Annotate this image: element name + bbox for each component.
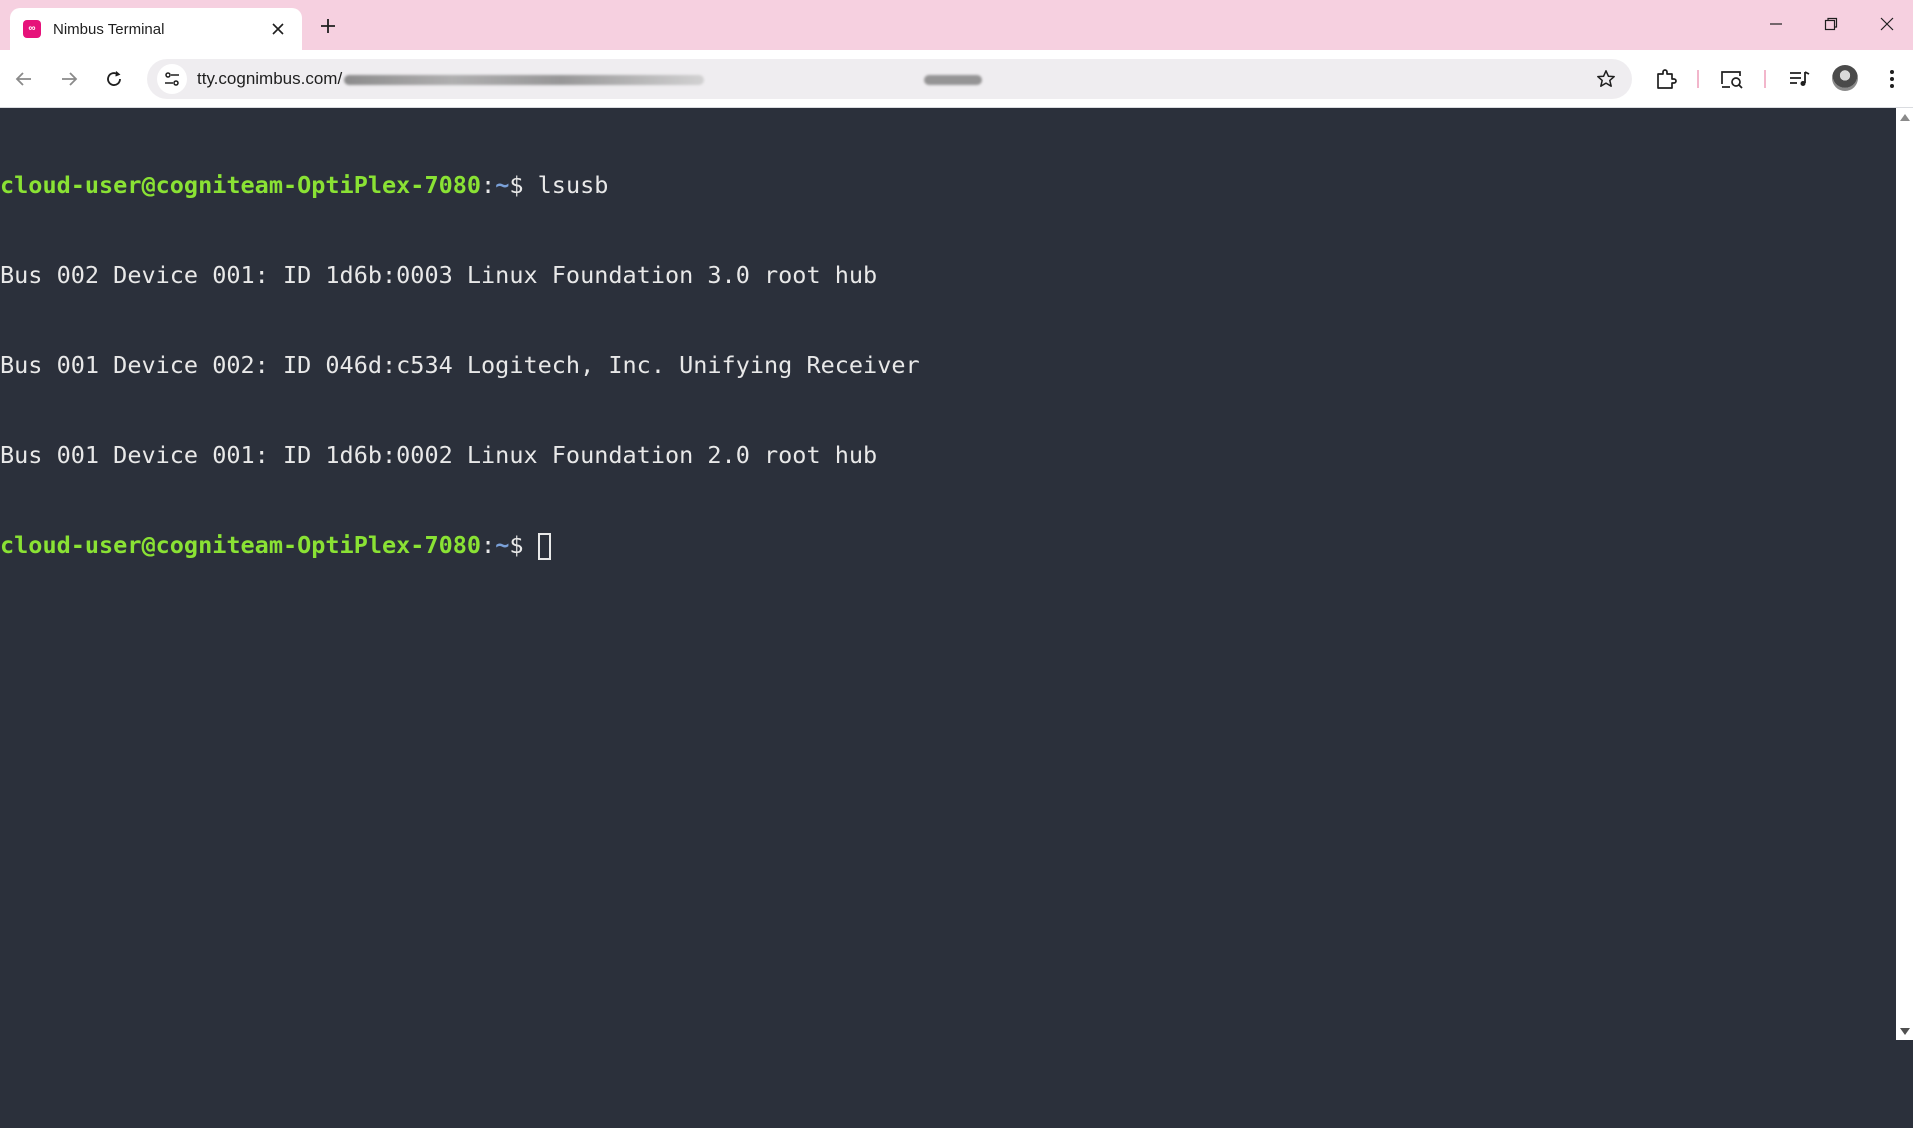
terminal-command-line: cloud-user@cogniteam-OptiPlex-7080:~$ ls… — [0, 170, 1896, 200]
menu-kebab-icon[interactable] — [1876, 63, 1908, 95]
forward-icon[interactable] — [52, 62, 86, 96]
prompt-separator: : — [481, 171, 496, 199]
scroll-down-arrow-icon[interactable] — [1896, 1023, 1913, 1040]
browser-toolbar: tty.cognimbus.com/ — [0, 50, 1913, 108]
prompt-sign: $ — [509, 171, 538, 199]
cast-search-icon[interactable] — [1716, 63, 1748, 95]
nimbus-favicon-icon: ∞ — [23, 20, 41, 38]
media-controls-icon[interactable] — [1783, 63, 1815, 95]
prompt-path: ~ — [495, 171, 510, 199]
bookmark-star-icon[interactable] — [1594, 67, 1618, 91]
reload-icon[interactable] — [97, 62, 131, 96]
address-bar[interactable]: tty.cognimbus.com/ — [147, 59, 1632, 99]
terminal-output-line: Bus 001 Device 001: ID 1d6b:0002 Linux F… — [0, 441, 878, 469]
profile-avatar[interactable] — [1832, 65, 1858, 91]
terminal-output-line: Bus 001 Device 002: ID 046d:c534 Logitec… — [0, 351, 920, 379]
command-text: lsusb — [537, 171, 609, 199]
url-redacted-path — [344, 74, 705, 85]
scroll-up-arrow-icon[interactable] — [1896, 108, 1913, 125]
browser-window: ∞ Nimbus Terminal tty.cognimbus.com/ clo… — [0, 0, 1913, 1128]
tab-close-icon[interactable] — [266, 17, 290, 41]
terminal-output-line: Bus 002 Device 001: ID 1d6b:0003 Linux F… — [0, 261, 878, 289]
tab-title: Nimbus Terminal — [53, 20, 165, 38]
restore-icon[interactable] — [1803, 0, 1859, 48]
prompt-user-host: cloud-user@cogniteam-OptiPlex-7080 — [0, 171, 482, 199]
url-host: tty.cognimbus.com/ — [197, 69, 343, 88]
terminal-cursor — [537, 533, 551, 560]
url-redacted-fragment — [924, 74, 983, 85]
site-info-icon[interactable] — [157, 64, 187, 94]
back-icon[interactable] — [7, 62, 41, 96]
toolbar-separator — [1697, 70, 1699, 88]
prompt-separator: : — [481, 531, 496, 559]
prompt-path: ~ — [495, 531, 510, 559]
terminal-screen[interactable]: cloud-user@cogniteam-OptiPlex-7080:~$ ls… — [0, 108, 1896, 1128]
terminal-scrollbar[interactable] — [1896, 108, 1913, 1040]
url-text[interactable]: tty.cognimbus.com/ — [197, 69, 983, 89]
extensions-icon[interactable] — [1650, 63, 1682, 95]
prompt-sign: $ — [509, 531, 538, 559]
minimize-icon[interactable] — [1748, 0, 1804, 48]
toolbar-separator — [1764, 70, 1766, 88]
tab-strip: ∞ Nimbus Terminal — [0, 0, 1913, 50]
prompt-user-host: cloud-user@cogniteam-OptiPlex-7080 — [0, 531, 482, 559]
tab-nimbus-terminal[interactable]: ∞ Nimbus Terminal — [10, 8, 302, 50]
new-tab-icon[interactable] — [314, 12, 342, 40]
terminal-prompt-line: cloud-user@cogniteam-OptiPlex-7080:~$ — [0, 530, 1896, 560]
close-icon[interactable] — [1859, 0, 1913, 48]
